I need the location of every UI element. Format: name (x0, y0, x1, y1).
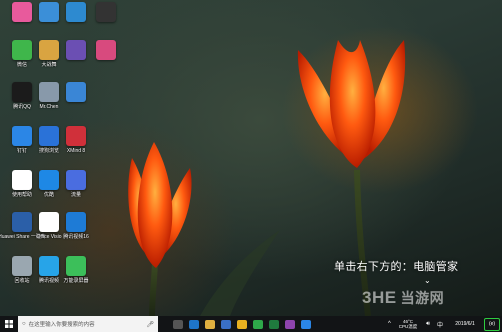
desktop-icon-item[interactable]: XMind 8 (56, 126, 96, 166)
watermark-cn: 当游网 (400, 290, 445, 306)
desktop-icon-label: 流量 (70, 192, 81, 198)
cpu-temp-label: CPU温度 (398, 324, 418, 329)
system-tray: ^ 46°C CPU温度 🔊︎ 中 2019/6/1 (e) (388, 316, 502, 332)
xmind-icon (66, 40, 86, 60)
desktop-icon-label: XMind 8 (66, 148, 86, 154)
taskbar-app-excel[interactable] (266, 316, 282, 332)
purple-app-icon (285, 319, 295, 329)
taskbar-app-file-explorer[interactable] (202, 316, 218, 332)
file-explorer-icon (205, 319, 215, 329)
desktop[interactable]: 微信 大战舞 腾讯QQ Mr.Chen 钉钉 搜狗浏览 XMind 8 使用帮助 优酷 流量 Hua… (0, 0, 502, 316)
edge-icon (189, 319, 199, 329)
start-button[interactable] (0, 316, 18, 332)
desktop-icon-phone-assistant[interactable] (56, 82, 96, 122)
desktop-icon-label: 微信 (16, 62, 27, 68)
desktop-icon-label: 优酷 (43, 192, 54, 198)
tip-arrow-icon: ⌄ (424, 276, 431, 285)
taskbar-app-chrome[interactable] (234, 316, 250, 332)
taskbar-app-green-app[interactable] (250, 316, 266, 332)
desktop-icon-label: 腾讯视频16 (63, 234, 89, 240)
store-icon (221, 319, 231, 329)
search-icon: ○ (22, 321, 26, 327)
taskbar-app-task-view[interactable] (170, 316, 186, 332)
phone-assistant-icon (66, 82, 86, 102)
photo-app-icon (96, 40, 116, 60)
watermark-brand: 3HE (362, 288, 397, 307)
desktop-icon-photo-app[interactable] (86, 40, 126, 80)
desktop-icon-label: 大战舞 (41, 62, 57, 68)
chat-app-icon (301, 319, 311, 329)
xmind8-icon (66, 126, 86, 146)
task-view-icon (173, 319, 183, 329)
chrome-icon (237, 319, 247, 329)
taskbar-app-chat-app[interactable] (298, 316, 314, 332)
language-icon[interactable]: 中 (434, 320, 446, 329)
taskbar: ○ 在这里输入你要搜索的内容 🎤︎ ^ 46°C CPU温度 🔊︎ 中 2019… (0, 316, 502, 332)
excel-icon (269, 319, 279, 329)
notification-badge[interactable]: (e) (484, 317, 500, 331)
volume-icon[interactable]: 🔊︎ (422, 321, 434, 328)
clock-date[interactable]: 2019/6/1 (446, 321, 484, 327)
watermark: 3HE 当游网 (362, 288, 444, 308)
screen-recorder-icon (66, 256, 86, 276)
desktop-icon-item[interactable]: 腾讯视频16 (56, 212, 96, 252)
search-placeholder: 在这里输入你要搜索的内容 (28, 322, 95, 328)
feather-icon (66, 170, 86, 190)
desktop-icon-label: 回收站 (14, 278, 30, 284)
taskbar-app-edge[interactable] (186, 316, 202, 332)
taskbar-apps (170, 316, 314, 332)
desktop-icon-video-editor[interactable] (86, 2, 126, 42)
tip-text: 单击右下方的：电脑管家 (334, 261, 459, 273)
desktop-icon-item[interactable]: 流量 (56, 170, 96, 210)
cpu-temperature[interactable]: 46°C CPU温度 (394, 319, 422, 329)
taskbar-app-store[interactable] (218, 316, 234, 332)
desktop-icon-label: 万能录屏器 (63, 278, 89, 284)
desktop-icon-label: 钉钉 (16, 148, 27, 154)
video-editor-icon (96, 2, 116, 22)
windows-app-icon (66, 212, 86, 232)
green-app-icon (253, 319, 263, 329)
microphone-icon[interactable]: 🎤︎ (146, 321, 154, 328)
network-icon (66, 2, 86, 22)
taskbar-search-box[interactable]: ○ 在这里输入你要搜索的内容 🎤︎ (18, 316, 158, 332)
desktop-icon-item[interactable]: 万能录屏器 (56, 256, 96, 296)
windows-logo-icon (5, 320, 13, 328)
taskbar-app-purple-app[interactable] (282, 316, 298, 332)
